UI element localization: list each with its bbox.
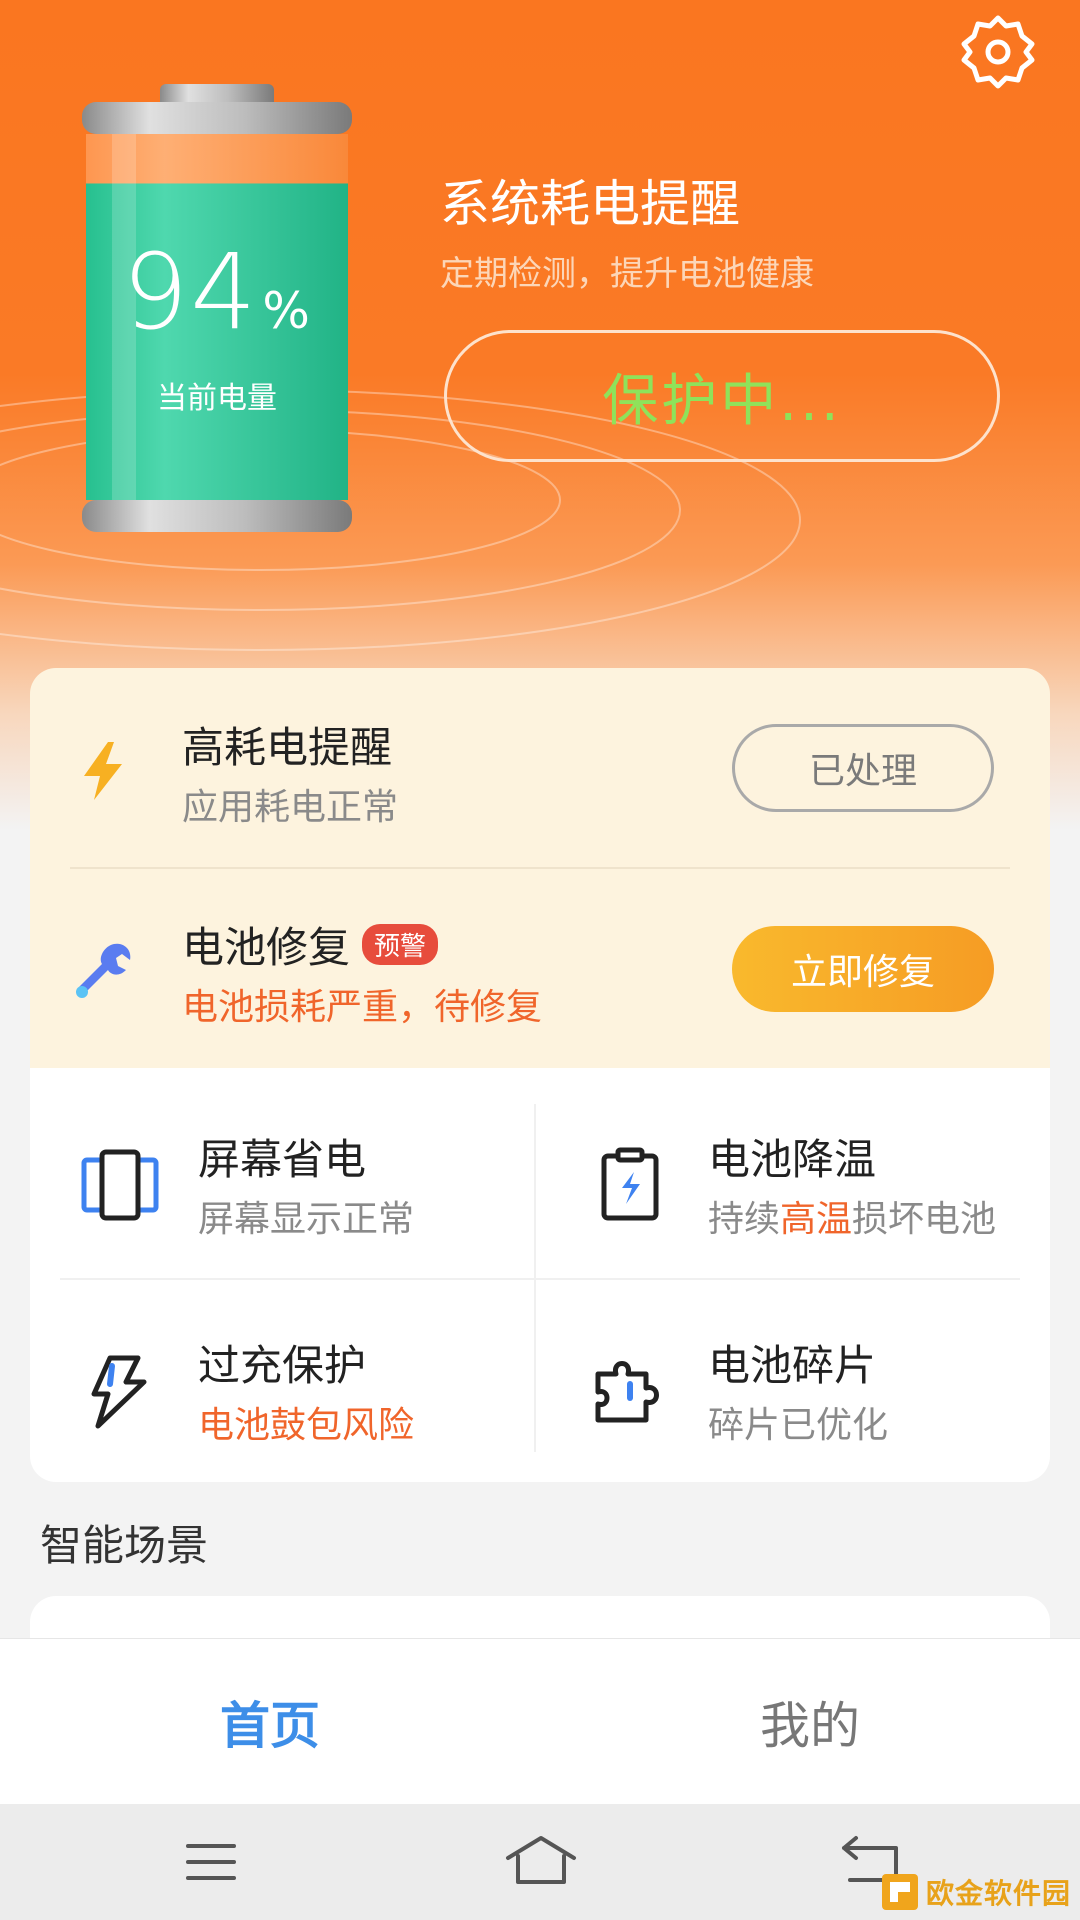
alert-subtitle: 应用耗电正常: [182, 787, 399, 828]
hero-subtitle: 定期检测，提升电池健康: [440, 254, 814, 294]
lightning-icon: [84, 742, 122, 800]
subtitle-text: 损坏电池: [852, 1199, 997, 1240]
repair-now-button[interactable]: 立即修复: [732, 926, 994, 1012]
battery-percent: 94: [122, 231, 259, 353]
battery-label: 当前电量: [157, 381, 277, 416]
menu-icon[interactable]: [166, 1830, 256, 1894]
feature-title: 电池碎片: [708, 1341, 877, 1390]
alert-card: 高耗电提醒 应用耗电正常 已处理 电池修复 预警 电池损耗严重，待修复 立即修复: [30, 668, 1050, 1068]
divider: [60, 1278, 1020, 1280]
protect-status-button[interactable]: 保护中...: [444, 330, 1000, 462]
alert-subtitle: 电池损耗严重，待修复: [182, 987, 543, 1028]
feature-title: 过充保护: [198, 1341, 367, 1390]
alert-row-high-consumption[interactable]: 高耗电提醒 应用耗电正常 已处理: [30, 668, 1050, 869]
feature-subtitle: 碎片已优化: [708, 1405, 889, 1446]
subtitle-text: 持续: [708, 1199, 781, 1240]
tab-mine[interactable]: 我的: [540, 1639, 1080, 1805]
battery-level-display: 94% 当前电量: [82, 240, 352, 417]
wrench-icon: [76, 943, 131, 998]
phone-screen-icon: [81, 1149, 159, 1221]
handled-button[interactable]: 已处理: [732, 724, 994, 812]
feature-subtitle: 屏幕显示正常: [198, 1199, 415, 1240]
section-title: 智能场景: [40, 1521, 209, 1570]
feature-battery-cooling[interactable]: 电池降温 持续高温损坏电池: [540, 1078, 1050, 1278]
alert-title: 高耗电提醒: [182, 723, 393, 772]
feature-title: 电池降温: [708, 1135, 877, 1184]
feature-battery-fragments[interactable]: 电池碎片 碎片已优化: [540, 1284, 1050, 1484]
watermark: 欧金软件园: [880, 1868, 1074, 1916]
feature-screen-saving[interactable]: 屏幕省电 屏幕显示正常: [30, 1078, 540, 1278]
home-icon[interactable]: [496, 1830, 586, 1894]
battery-cool-icon: [601, 1147, 659, 1221]
alert-row-battery-repair[interactable]: 电池修复 预警 电池损耗严重，待修复 立即修复: [30, 868, 1050, 1068]
settings-gear-icon[interactable]: [958, 12, 1038, 92]
tab-home[interactable]: 首页: [0, 1639, 540, 1805]
feature-overcharge-protection[interactable]: 过充保护 电池鼓包风险: [30, 1284, 540, 1484]
watermark-logo-icon: [882, 1874, 918, 1910]
puzzle-icon: [595, 1361, 659, 1423]
feature-grid: 屏幕省电 屏幕显示正常 电池降温 持续高温损坏电池 过充保护 电池鼓包风险 电池…: [30, 1068, 1050, 1482]
feature-subtitle: 持续高温损坏电池: [708, 1190, 996, 1242]
watermark-text: 欧金软件园: [926, 1877, 1072, 1910]
hero-title: 系统耗电提醒: [440, 175, 740, 233]
feature-title: 屏幕省电: [198, 1135, 367, 1184]
subtitle-highlight: 高温: [780, 1199, 853, 1240]
overcharge-bolt-icon: [91, 1355, 147, 1429]
feature-subtitle: 电池鼓包风险: [198, 1405, 415, 1446]
warning-badge: 预警: [362, 924, 439, 965]
alert-title: 电池修复: [182, 923, 351, 972]
battery-percent-sign: %: [262, 282, 312, 340]
bottom-tab-bar: 首页 我的: [0, 1638, 1080, 1805]
